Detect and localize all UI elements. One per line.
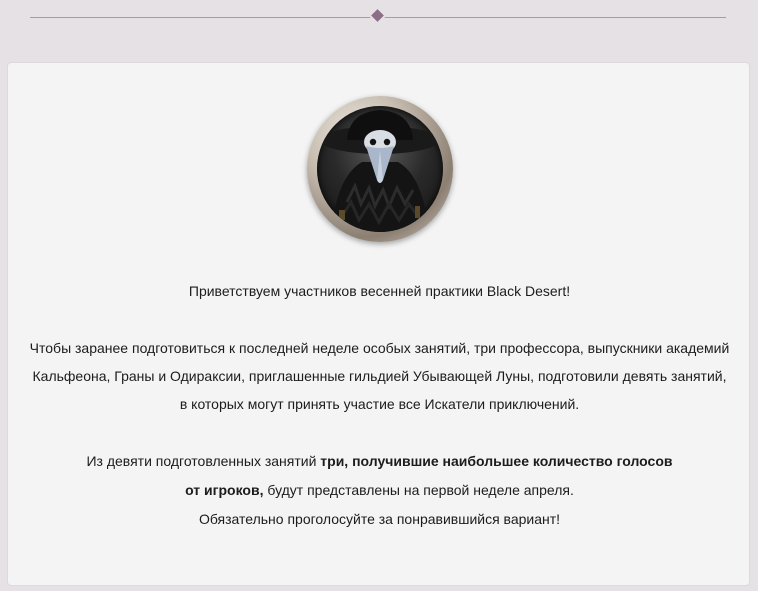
vote-suffix-text: будут представлены на первой неделе апре… (267, 482, 574, 498)
vote-prefix-text: Из девяти подготовленных занятий (86, 453, 317, 469)
greeting-text: Приветствуем участников весенней практик… (188, 283, 571, 299)
vote-info: Из девяти подготовленных занятий три, по… (28, 447, 731, 534)
content-card: Приветствуем участников весенней практик… (7, 62, 750, 586)
call-to-action-text: Обязательно проголосуйте за понравившийс… (198, 511, 561, 527)
plague-doctor-portrait (317, 106, 443, 232)
avatar-frame (307, 96, 453, 242)
vote-highlight-text-2: от игроков, (185, 482, 264, 498)
vote-highlight-text: три, получившие наибольшее количество го… (320, 453, 673, 469)
intro-text: Чтобы заранее подготовиться к последней … (29, 340, 730, 412)
diamond-ornament-icon (371, 9, 384, 22)
